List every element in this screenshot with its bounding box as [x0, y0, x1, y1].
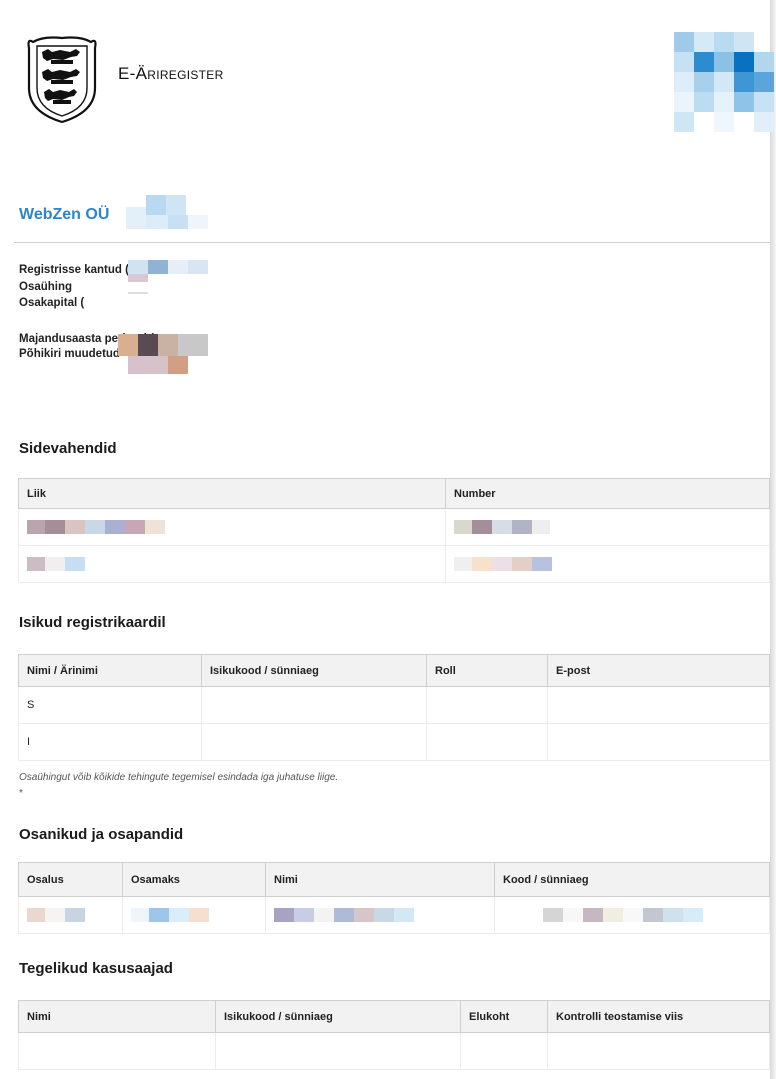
- table-row: [18, 1032, 770, 1070]
- redacted-block: [118, 334, 208, 374]
- section-title-contacts: Sidevahendid: [19, 440, 117, 457]
- person-name-cell: I: [18, 723, 202, 761]
- section-title-shareholders: Osanikud ja osapandid: [19, 826, 184, 843]
- table-row: [18, 545, 770, 583]
- meta-statutes-changed: Põhikiri muudetud: [19, 348, 120, 360]
- footnote-star: *: [19, 788, 23, 799]
- redacted-cell: [18, 545, 446, 583]
- redacted-cell: [445, 508, 770, 546]
- person-name-cell: S: [18, 686, 202, 724]
- redacted-cell: [18, 896, 123, 934]
- column-header: E-post: [547, 654, 770, 687]
- table-row: [18, 508, 770, 546]
- pixel-mosaic-logo-icon: [674, 32, 774, 132]
- meta-registered: Registrisse kantud (: [19, 264, 129, 276]
- contacts-table: Liik Number: [18, 478, 770, 583]
- redacted-cell: [122, 896, 266, 934]
- table-row: S: [18, 686, 770, 724]
- table-row: I: [18, 723, 770, 761]
- company-name: WebZen OÜ: [19, 206, 110, 223]
- representation-note: Osaühingut võib kõikide tehingute tegemi…: [19, 772, 339, 783]
- column-header: Kontrolli teostamise viis: [547, 1000, 770, 1033]
- brand-title: E-Äriregister: [118, 64, 224, 83]
- persons-table: Nimi / Ärinimi Isikukood / sünniaeg Roll…: [18, 654, 770, 761]
- column-header: Osamaks: [122, 862, 266, 897]
- beneficiaries-table: Nimi Isikukood / sünniaeg Elukoht Kontro…: [18, 1000, 770, 1070]
- column-header: Isikukood / sünniaeg: [201, 654, 427, 687]
- column-header: Number: [445, 478, 770, 509]
- column-header: Kood / sünniaeg: [494, 862, 770, 897]
- column-header: Osalus: [18, 862, 123, 897]
- column-header: Elukoht: [460, 1000, 548, 1033]
- section-divider: [14, 242, 770, 243]
- redacted-block: [128, 260, 208, 294]
- column-header: Nimi: [265, 862, 495, 897]
- redacted-cell: [265, 896, 495, 934]
- section-title-beneficiaries: Tegelikud kasusaajad: [19, 960, 173, 977]
- column-header: Nimi / Ärinimi: [18, 654, 202, 687]
- redacted-cell: [445, 545, 770, 583]
- column-header: Roll: [426, 654, 548, 687]
- meta-capital: Osakapital (: [19, 297, 85, 309]
- estonian-coat-of-arms-icon: [27, 36, 97, 124]
- column-header: Nimi: [18, 1000, 216, 1033]
- section-title-persons: Isikud registrikaardil: [19, 614, 166, 631]
- column-header: Isikukood / sünniaeg: [215, 1000, 461, 1033]
- shareholders-table: Osalus Osamaks Nimi Kood / sünniaeg: [18, 862, 770, 934]
- table-row: [18, 896, 770, 934]
- column-header: Liik: [18, 478, 446, 509]
- meta-type: Osaühing: [19, 281, 73, 293]
- redacted-cell: [494, 896, 770, 934]
- redacted-cell: [18, 508, 446, 546]
- redacted-block: [126, 195, 208, 229]
- page-shadow: [770, 0, 776, 1079]
